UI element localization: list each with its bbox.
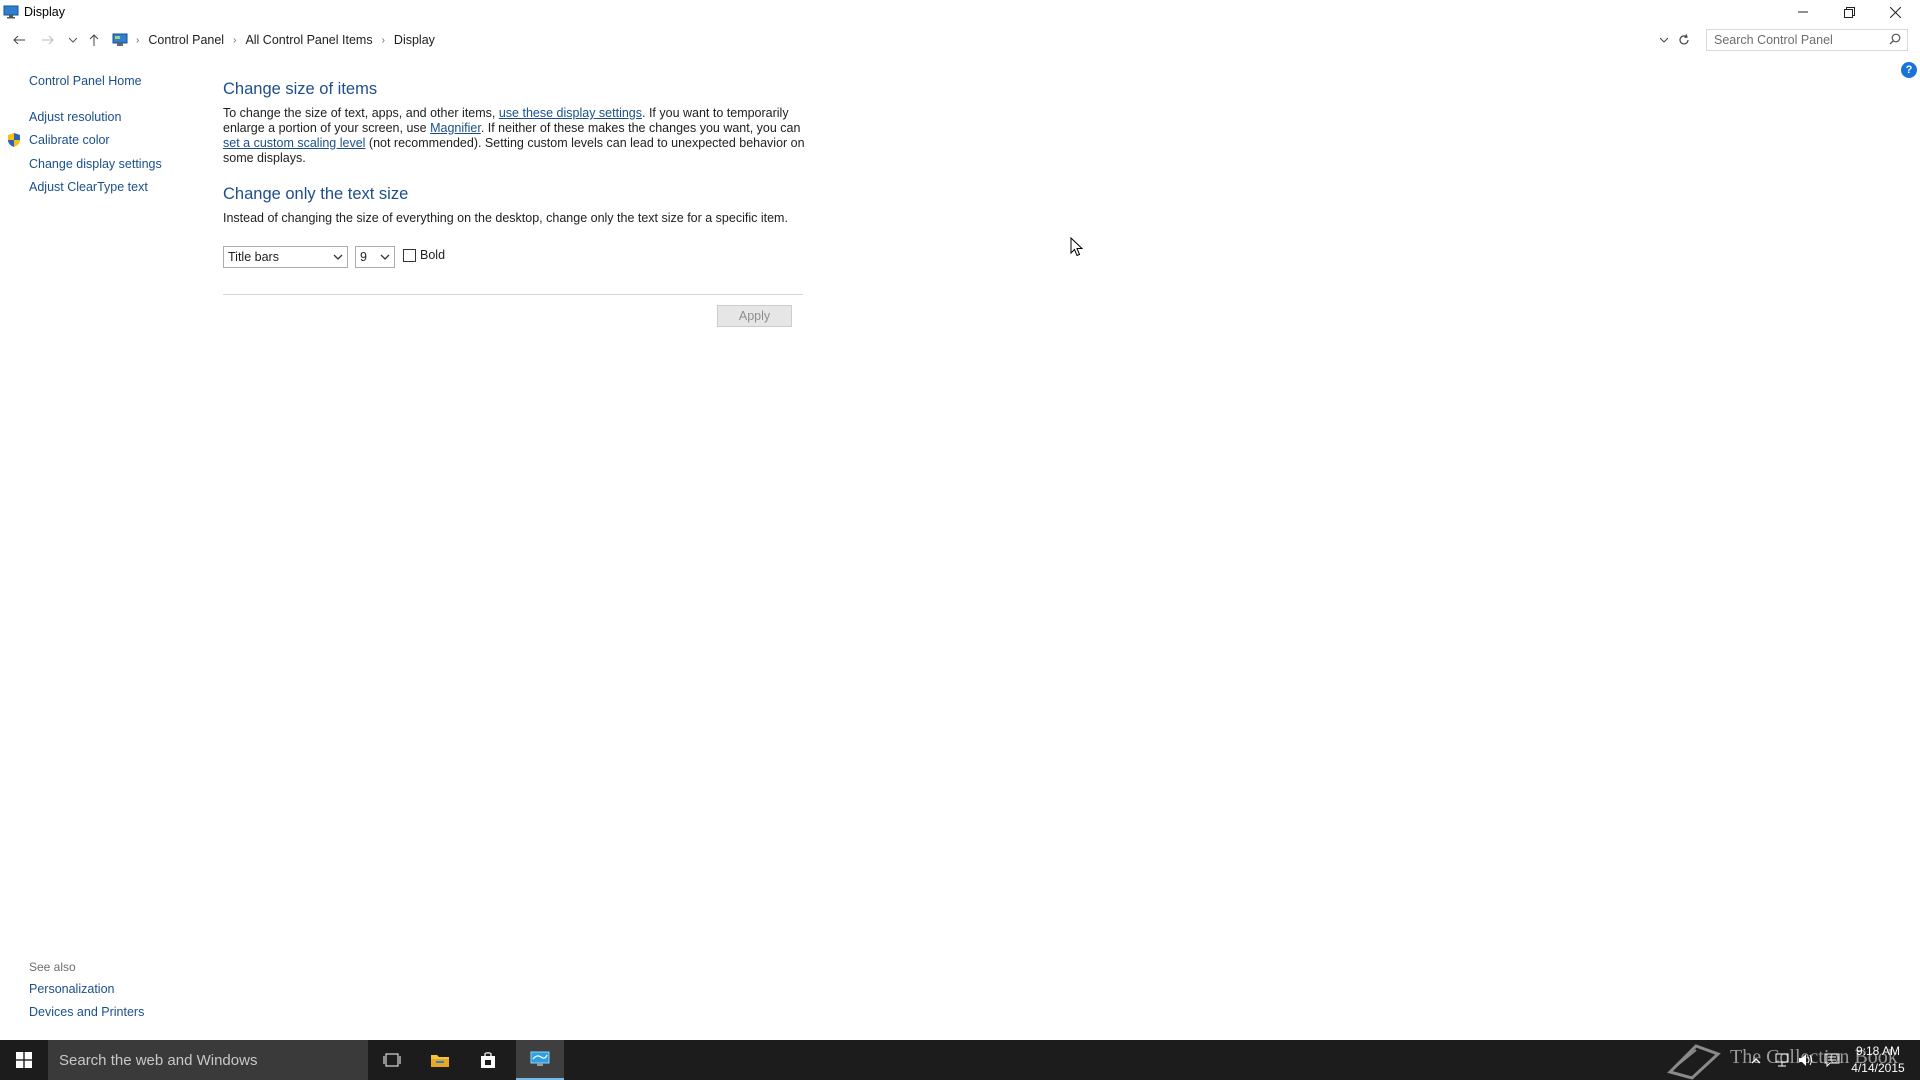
chevron-down-icon xyxy=(333,254,343,260)
bold-label[interactable]: Bold xyxy=(420,248,445,262)
address-history-button[interactable] xyxy=(1654,29,1674,51)
forward-button[interactable] xyxy=(37,28,59,52)
restore-button[interactable] xyxy=(1826,0,1872,24)
navigation-bar: › Control Panel › All Control Panel Item… xyxy=(0,28,1920,52)
network-button[interactable] xyxy=(1774,1052,1790,1068)
refresh-button[interactable] xyxy=(1674,29,1694,51)
file-explorer-button[interactable] xyxy=(416,1040,464,1080)
description-text: To change the size of text, apps, and ot… xyxy=(223,106,499,120)
book-watermark-icon xyxy=(1666,1042,1722,1080)
folder-icon xyxy=(431,1055,449,1067)
chevron-down-icon xyxy=(380,254,390,260)
up-arrow-icon xyxy=(89,34,99,46)
show-hidden-icons-button[interactable] xyxy=(1748,1052,1764,1068)
breadcrumb-display[interactable]: Display xyxy=(394,33,435,47)
control-panel-taskbar-button[interactable] xyxy=(516,1040,564,1080)
window-title: Display xyxy=(24,5,65,19)
chevron-down-icon xyxy=(69,37,77,43)
chevron-up-icon xyxy=(1751,1057,1761,1063)
magnifier-link[interactable]: Magnifier xyxy=(430,121,481,135)
back-arrow-icon xyxy=(13,35,25,45)
display-app-icon xyxy=(3,5,19,19)
notifications-icon xyxy=(1824,1053,1840,1067)
volume-button[interactable] xyxy=(1798,1052,1814,1068)
item-select[interactable]: Title bars xyxy=(223,246,348,268)
close-icon xyxy=(1889,6,1901,18)
bold-checkbox[interactable] xyxy=(403,248,416,262)
custom-scaling-link[interactable]: set a custom scaling level xyxy=(223,136,365,150)
task-view-icon xyxy=(383,1053,401,1067)
item-select-value: Title bars xyxy=(228,250,279,264)
store-button[interactable] xyxy=(464,1040,512,1080)
size-select[interactable]: 9 xyxy=(355,246,395,268)
adjust-resolution-link[interactable]: Adjust resolution xyxy=(29,110,121,124)
devices-and-printers-link[interactable]: Devices and Printers xyxy=(29,1005,144,1019)
breadcrumb-all-items[interactable]: All Control Panel Items xyxy=(245,33,372,47)
bold-checkbox-wrapper[interactable]: Bold xyxy=(403,248,445,262)
close-button[interactable] xyxy=(1872,0,1918,24)
shield-icon xyxy=(6,132,22,148)
forward-arrow-icon xyxy=(42,35,54,45)
recent-locations-button[interactable] xyxy=(62,28,84,52)
see-also-label: See also xyxy=(29,960,76,974)
search-box[interactable] xyxy=(1706,29,1908,51)
address-bar[interactable]: › Control Panel › All Control Panel Item… xyxy=(108,29,1676,51)
search-input[interactable] xyxy=(1714,33,1884,47)
apply-button[interactable]: Apply xyxy=(717,305,792,327)
clock-time: 9:18 AM xyxy=(1855,1044,1901,1058)
back-button[interactable] xyxy=(8,28,30,52)
description-text: . If neither of these makes the changes … xyxy=(480,121,801,135)
task-view-button[interactable] xyxy=(368,1040,416,1080)
control-panel-icon xyxy=(112,33,128,47)
personalization-link[interactable]: Personalization xyxy=(29,982,114,996)
control-panel-icon xyxy=(530,1051,550,1066)
divider xyxy=(223,294,803,295)
network-icon xyxy=(1775,1053,1789,1067)
chevron-down-icon xyxy=(1660,37,1668,43)
change-display-settings-link[interactable]: Change display settings xyxy=(29,157,162,171)
minimize-button[interactable] xyxy=(1780,0,1826,24)
breadcrumb-control-panel[interactable]: Control Panel xyxy=(148,33,224,47)
minimize-icon xyxy=(1798,11,1808,13)
store-bag-icon xyxy=(481,1052,495,1068)
search-icon[interactable] xyxy=(1889,33,1901,48)
breadcrumb-separator-icon[interactable]: › xyxy=(233,35,236,46)
breadcrumb-separator-icon: › xyxy=(136,34,140,46)
adjust-cleartype-link[interactable]: Adjust ClearType text xyxy=(29,180,148,194)
system-clock[interactable]: 9:18 AM 4/14/2015 xyxy=(1846,1043,1910,1077)
breadcrumb-separator-icon[interactable]: › xyxy=(382,35,385,46)
refresh-icon xyxy=(1679,34,1689,45)
display-settings-link[interactable]: use these display settings xyxy=(499,106,642,120)
action-center-button[interactable] xyxy=(1824,1052,1840,1068)
taskbar-search-placeholder: Search the web and Windows xyxy=(59,1051,258,1069)
clock-date: 4/14/2015 xyxy=(1851,1061,1905,1075)
restore-icon xyxy=(1843,6,1855,18)
control-panel-home-link[interactable]: Control Panel Home xyxy=(29,74,142,88)
size-select-value: 9 xyxy=(360,250,367,264)
change-size-heading: Change size of items xyxy=(223,80,378,98)
windows-logo-icon xyxy=(16,1052,32,1068)
mouse-cursor-icon xyxy=(1070,236,1084,260)
text-size-description: Instead of changing the size of everythi… xyxy=(223,211,788,225)
calibrate-color-link[interactable]: Calibrate color xyxy=(29,133,110,147)
start-button[interactable] xyxy=(0,1040,48,1080)
speaker-icon xyxy=(1799,1054,1812,1066)
help-icon[interactable]: ? xyxy=(1901,62,1917,78)
change-text-size-heading: Change only the text size xyxy=(223,185,409,203)
up-button[interactable] xyxy=(83,28,105,52)
title-bar: Display xyxy=(0,0,1920,24)
taskbar: Search the web and Windows The Collectio… xyxy=(0,1040,1920,1080)
taskbar-search-box[interactable]: Search the web and Windows xyxy=(48,1040,368,1080)
change-size-description: To change the size of text, apps, and ot… xyxy=(223,106,808,166)
